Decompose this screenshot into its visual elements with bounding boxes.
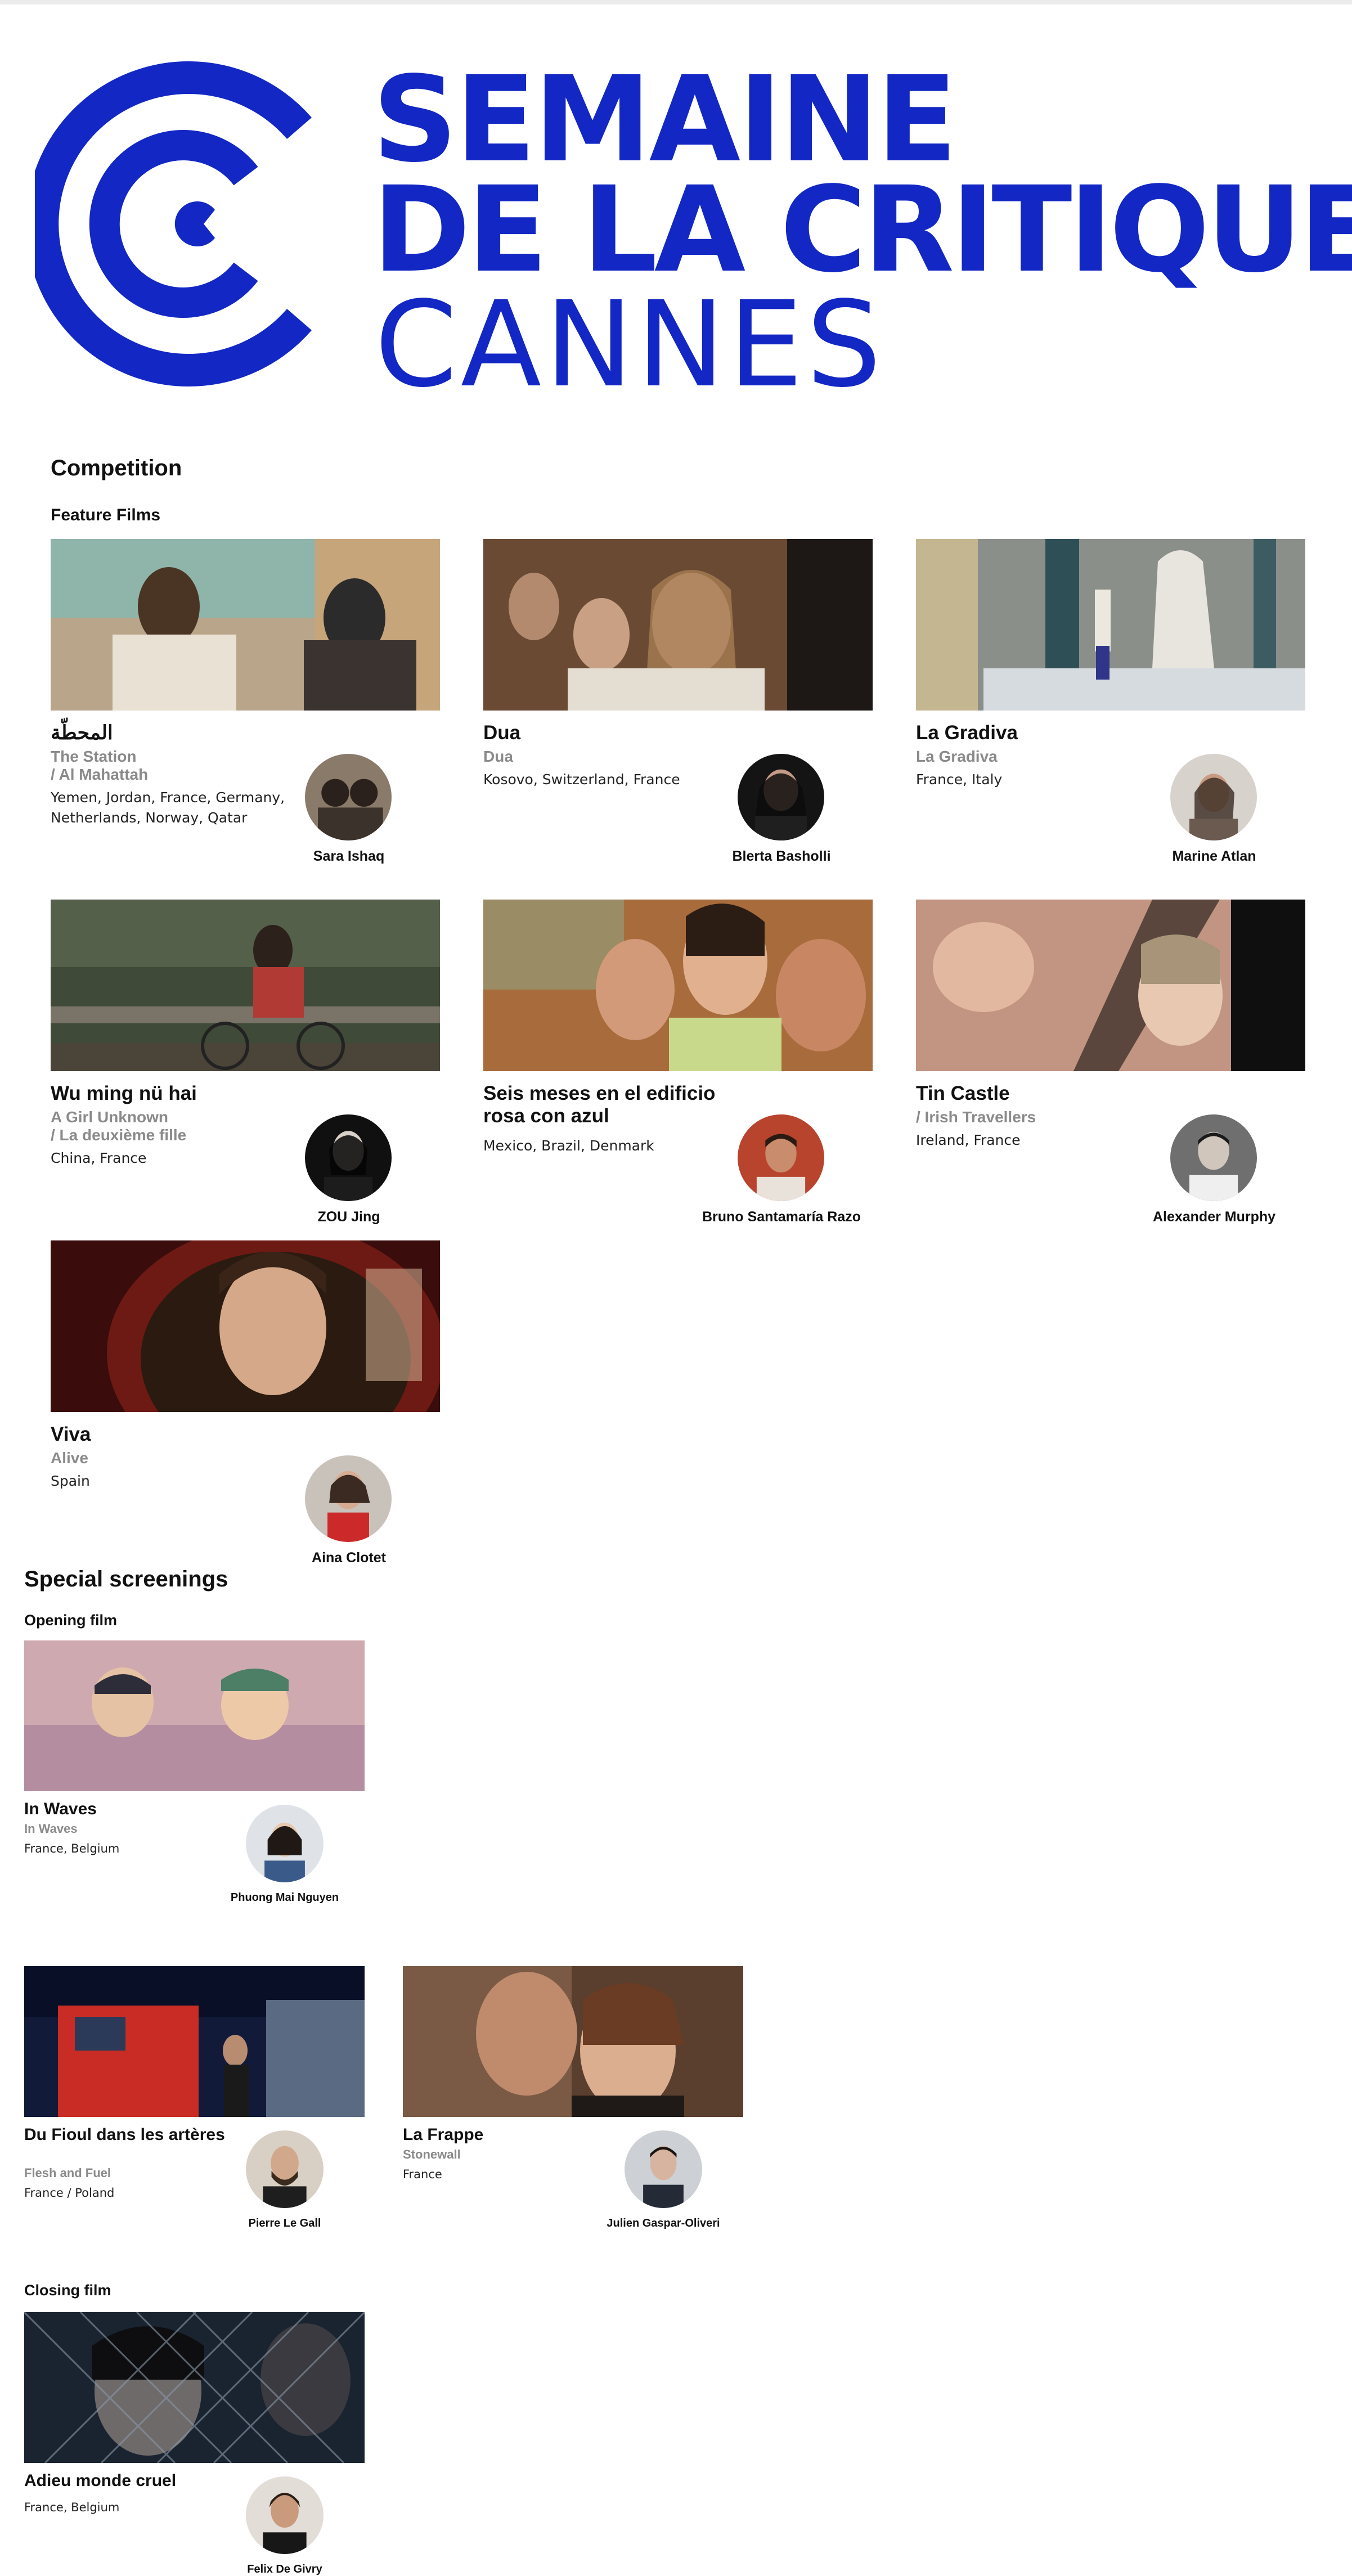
film-countries: France, Belgium (24, 1842, 120, 1855)
director-name: Pierre Le Gall (248, 2217, 321, 2229)
film-still[interactable] (24, 1966, 365, 2117)
director-name: Alexander Murphy (1152, 1209, 1276, 1225)
director-avatar[interactable] (246, 2130, 324, 2208)
film-alt-title: / Irish Travellers (916, 1108, 1036, 1126)
logo-line-2: DE LA CRITIQUE (372, 161, 1352, 299)
film-title[interactable]: La Frappe (403, 2125, 605, 2145)
director-avatar[interactable] (246, 2476, 324, 2554)
film-alt-title: Flesh and Fuel (24, 2166, 111, 2180)
special-screenings-heading: Special screenings (24, 1567, 228, 1592)
director-avatar[interactable] (738, 1114, 824, 1201)
opening-film-heading: Opening film (24, 1612, 117, 1629)
feature-films-heading: Feature Films (51, 506, 161, 524)
film-alt-title: Dua (483, 748, 513, 765)
film-countries: Kosovo, Switzerland, France (483, 771, 680, 788)
director-avatar[interactable] (305, 754, 392, 840)
film-still[interactable] (24, 2312, 365, 2463)
film-alt-title: La Gradiva (916, 748, 998, 765)
competition-heading: Competition (51, 456, 182, 480)
director-name: Sara Ishaq (313, 848, 385, 864)
top-bar (0, 0, 1352, 5)
semaine-logo[interactable]: SEMAINE DE LA CRITIQUE CANNES (35, 61, 1352, 404)
film-still[interactable] (51, 900, 440, 1071)
film-alt-title-2: / Al Mahattah (51, 766, 149, 783)
film-title[interactable]: La Gradiva (916, 722, 1158, 744)
film-title[interactable]: Du Fioul dans les artères (24, 2125, 227, 2145)
film-alt-title-2: / La deuxième fille (51, 1126, 187, 1144)
film-title[interactable]: Tin Castle (916, 1082, 1158, 1105)
film-still[interactable] (916, 900, 1305, 1071)
director-avatar[interactable] (305, 1455, 392, 1542)
film-still[interactable] (51, 539, 440, 711)
film-countries: Ireland, France (916, 1132, 1021, 1148)
film-countries: Mexico, Brazil, Denmark (483, 1138, 654, 1154)
director-avatar[interactable] (625, 2130, 702, 2208)
film-title[interactable]: Dua (483, 722, 725, 744)
film-countries: France (403, 2168, 442, 2181)
closing-film-heading: Closing film (24, 2282, 111, 2299)
film-title[interactable]: Viva (51, 1423, 293, 1446)
film-still[interactable] (51, 1240, 440, 1412)
film-countries: Spain (51, 1473, 90, 1489)
director-avatar[interactable] (305, 1114, 392, 1201)
director-name: Blerta Basholli (732, 848, 831, 864)
film-still[interactable] (24, 1640, 365, 1791)
film-countries: Yemen, Jordan, France, Germany, Netherla… (51, 789, 285, 826)
film-title[interactable]: Seis meses en el edificio rosa con azul (483, 1082, 725, 1128)
film-title[interactable]: المحطّة (51, 722, 293, 744)
film-still[interactable] (916, 539, 1305, 711)
director-name: Aina Clotet (312, 1550, 386, 1566)
logo-emblem-icon (35, 61, 312, 386)
film-still[interactable] (483, 900, 873, 1071)
film-alt-title: Stonewall (403, 2147, 461, 2161)
film-title[interactable]: Wu ming nü hai (51, 1082, 293, 1105)
film-countries: France / Poland (24, 2186, 115, 2200)
director-avatar[interactable] (1170, 754, 1257, 840)
film-still[interactable] (483, 539, 873, 711)
director-name: Marine Atlan (1172, 848, 1256, 864)
director-avatar[interactable] (246, 1805, 324, 1882)
film-countries: France, Italy (916, 771, 1003, 788)
director-name: ZOU Jing (317, 1209, 380, 1225)
film-alt-title: A Girl Unknown (51, 1108, 168, 1126)
director-name: Phuong Mai Nguyen (230, 1891, 339, 1904)
film-still[interactable] (403, 1966, 743, 2117)
film-alt-title: In Waves (24, 1822, 78, 1836)
film-title[interactable]: Adieu monde cruel (24, 2471, 227, 2491)
logo-line-3: CANNES (375, 276, 885, 413)
film-alt-title: The Station (51, 748, 137, 765)
director-avatar[interactable] (1170, 1114, 1257, 1201)
director-name: Bruno Santamaría Razo (702, 1209, 861, 1225)
film-title[interactable]: In Waves (24, 1800, 227, 1819)
film-countries: China, France (51, 1150, 147, 1166)
director-name: Julien Gaspar-Oliveri (607, 2217, 720, 2229)
director-avatar[interactable] (738, 754, 824, 840)
director-name: Felix De Givry (247, 2563, 322, 2575)
film-alt-title: Alive (51, 1449, 88, 1467)
film-countries: France, Belgium (24, 2501, 120, 2514)
